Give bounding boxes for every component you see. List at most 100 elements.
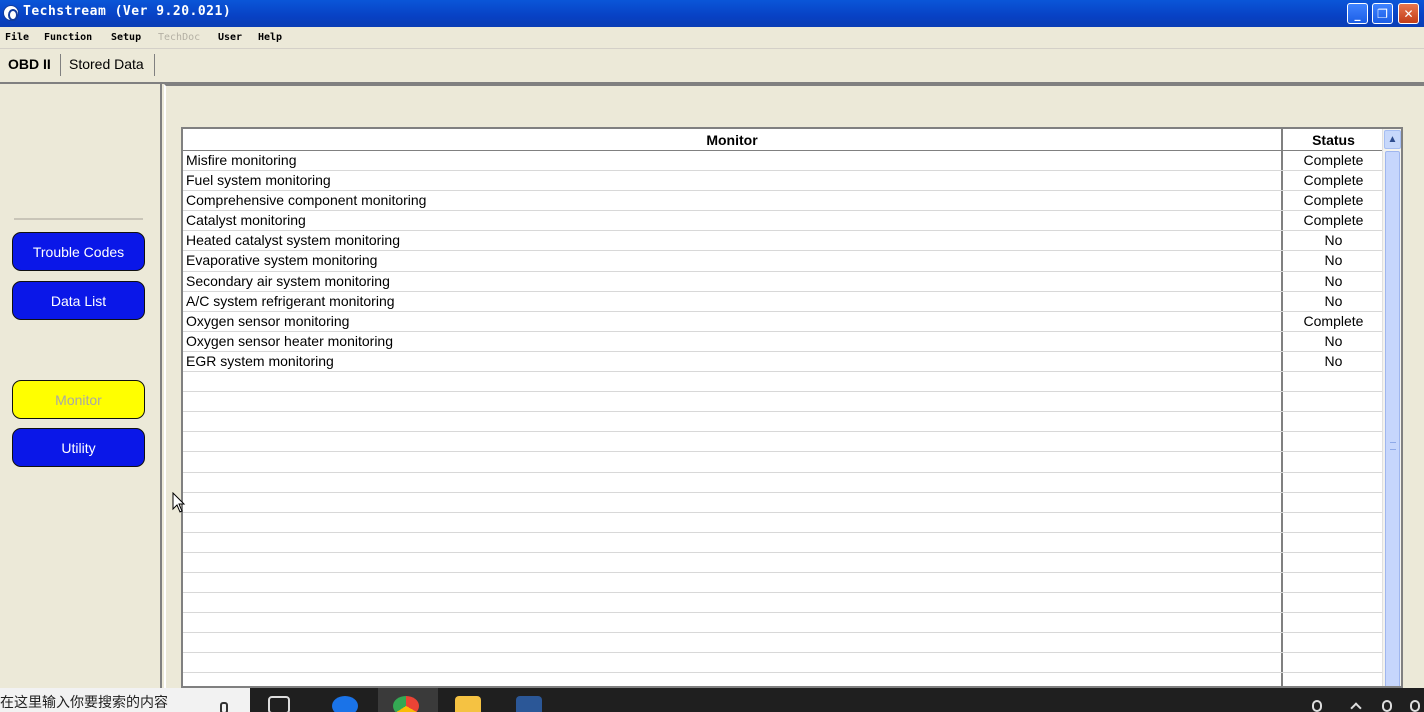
column-header-status[interactable]: Status [1283, 129, 1384, 150]
monitor-status-cell: No [1324, 332, 1343, 349]
trouble-codes-button[interactable]: Trouble Codes [12, 232, 145, 271]
network-icon[interactable] [1410, 700, 1420, 712]
microphone-icon[interactable] [220, 702, 228, 712]
monitor-status-cell: Complete [1303, 192, 1364, 209]
menu-user[interactable]: User [218, 32, 242, 43]
scroll-thumb[interactable] [1385, 151, 1400, 686]
table-row[interactable]: Secondary air system monitoring No [183, 271, 1384, 292]
scroll-up-arrow-icon[interactable]: ▲ [1384, 130, 1401, 149]
mouse-pointer-icon [172, 492, 186, 513]
table-row[interactable] [183, 372, 1384, 393]
table-row[interactable]: Fuel system monitoring Complete [183, 171, 1384, 192]
table-row[interactable]: Catalyst monitoring Complete [183, 211, 1384, 232]
menu-file[interactable]: File [5, 32, 29, 43]
monitor-status-cell: No [1324, 252, 1343, 269]
table-row[interactable]: Comprehensive component monitoring Comple… [183, 191, 1384, 212]
monitor-name-cell [183, 432, 1283, 452]
table-row[interactable]: Oxygen sensor monitoring Complete [183, 311, 1384, 332]
person-icon[interactable] [1312, 700, 1322, 712]
monitor-name-cell: Oxygen sensor heater monitoring [183, 331, 1283, 351]
table-row[interactable] [183, 512, 1384, 533]
monitor-status-cell: Complete [1303, 312, 1364, 329]
monitor-status-cell: Complete [1303, 212, 1364, 229]
monitor-name-cell [183, 653, 1283, 673]
chrome-browser-icon[interactable] [393, 696, 419, 712]
table-row[interactable] [183, 673, 1384, 686]
monitor-name-cell: Misfire monitoring [183, 151, 1283, 171]
close-button[interactable]: ✕ [1398, 3, 1419, 24]
table-row[interactable] [183, 472, 1384, 493]
menu-help[interactable]: Help [258, 32, 282, 43]
monitor-name-cell [183, 572, 1283, 593]
table-row[interactable] [183, 532, 1384, 553]
monitor-name-cell: Fuel system monitoring [183, 171, 1283, 191]
nav-divider [14, 218, 143, 220]
menu-bar: File Function Setup TechDoc User Help [0, 27, 1424, 49]
vertical-scrollbar[interactable]: ▲ [1382, 129, 1401, 686]
monitor-name-cell: Heated catalyst system monitoring [183, 231, 1283, 251]
title-bar[interactable]: Techstream (Ver 9.20.021) _ ❐ ✕ [0, 0, 1424, 27]
taskbar: 在这里输入你要搜索的内容 [0, 688, 1424, 712]
monitor-name-cell [183, 452, 1283, 472]
menu-techdoc: TechDoc [158, 32, 201, 43]
restore-button[interactable]: ❐ [1372, 3, 1393, 24]
word-icon[interactable] [516, 696, 542, 712]
monitor-name-cell [183, 633, 1283, 653]
table-row[interactable]: Misfire monitoring Complete [183, 151, 1384, 172]
monitor-status-table[interactable]: Monitor Status Misfire monitoring Complet… [181, 127, 1403, 688]
table-row[interactable] [183, 613, 1384, 634]
monitor-status-cell [1283, 493, 1384, 512]
table-row[interactable] [183, 432, 1384, 453]
monitor-status-cell [1283, 553, 1384, 572]
monitor-button[interactable]: Monitor [12, 380, 145, 419]
monitor-status-cell [1283, 633, 1384, 652]
edge-browser-icon[interactable] [332, 696, 358, 712]
minimize-button[interactable]: _ [1347, 3, 1368, 24]
monitor-status-cell [1283, 653, 1384, 672]
table-row[interactable]: Oxygen sensor heater monitoring No [183, 331, 1384, 352]
table-row[interactable] [183, 633, 1384, 654]
task-view-icon[interactable] [268, 696, 290, 712]
monitor-status-cell [1283, 392, 1384, 411]
table-row[interactable] [183, 653, 1384, 674]
column-header-monitor[interactable]: Monitor [183, 129, 1283, 150]
monitor-name-cell [183, 512, 1283, 532]
chevron-up-icon[interactable] [1350, 702, 1362, 712]
table-row[interactable]: Evaporative system monitoring No [183, 251, 1384, 272]
table-row[interactable] [183, 392, 1384, 413]
table-row[interactable] [183, 572, 1384, 594]
table-row[interactable] [183, 492, 1384, 513]
data-list-button[interactable]: Data List [12, 281, 145, 320]
monitor-name-cell: Oxygen sensor monitoring [183, 311, 1283, 331]
monitor-status-cell [1283, 372, 1384, 391]
left-nav-panel: Trouble Codes Data List Monitor Utility [0, 84, 162, 688]
table-row[interactable] [183, 593, 1384, 614]
utility-button[interactable]: Utility [12, 428, 145, 467]
monitor-status-cell [1283, 573, 1384, 592]
menu-setup[interactable]: Setup [111, 32, 141, 43]
monitor-status-cell [1283, 412, 1384, 431]
menu-function[interactable]: Function [44, 32, 92, 43]
monitor-status-cell: No [1324, 272, 1343, 289]
tab-bar: OBD II Stored Data [0, 49, 1424, 82]
monitor-status-cell [1283, 593, 1384, 612]
monitor-name-cell: Secondary air system monitoring [183, 271, 1283, 291]
table-row[interactable] [183, 412, 1384, 433]
monitor-status-cell: Complete [1303, 172, 1364, 189]
table-row[interactable]: Heated catalyst system monitoring No [183, 231, 1384, 252]
cloud-icon[interactable] [1382, 700, 1392, 712]
monitor-status-cell [1283, 613, 1384, 632]
tab-stored-data[interactable]: Stored Data [69, 53, 144, 77]
file-explorer-icon[interactable] [455, 696, 481, 712]
monitor-status-cell [1283, 673, 1384, 686]
table-row[interactable]: A/C system refrigerant monitoring No [183, 291, 1384, 312]
monitor-name-cell [183, 472, 1283, 492]
table-row[interactable] [183, 452, 1384, 473]
monitor-name-cell: A/C system refrigerant monitoring [183, 291, 1283, 311]
monitor-name-cell [183, 673, 1283, 686]
table-row[interactable] [183, 552, 1384, 573]
table-row[interactable]: EGR system monitoring No [183, 351, 1384, 373]
monitor-name-cell [183, 552, 1283, 572]
taskbar-search-box[interactable]: 在这里输入你要搜索的内容 [0, 688, 250, 712]
tab-obd2[interactable]: OBD II [8, 53, 51, 77]
